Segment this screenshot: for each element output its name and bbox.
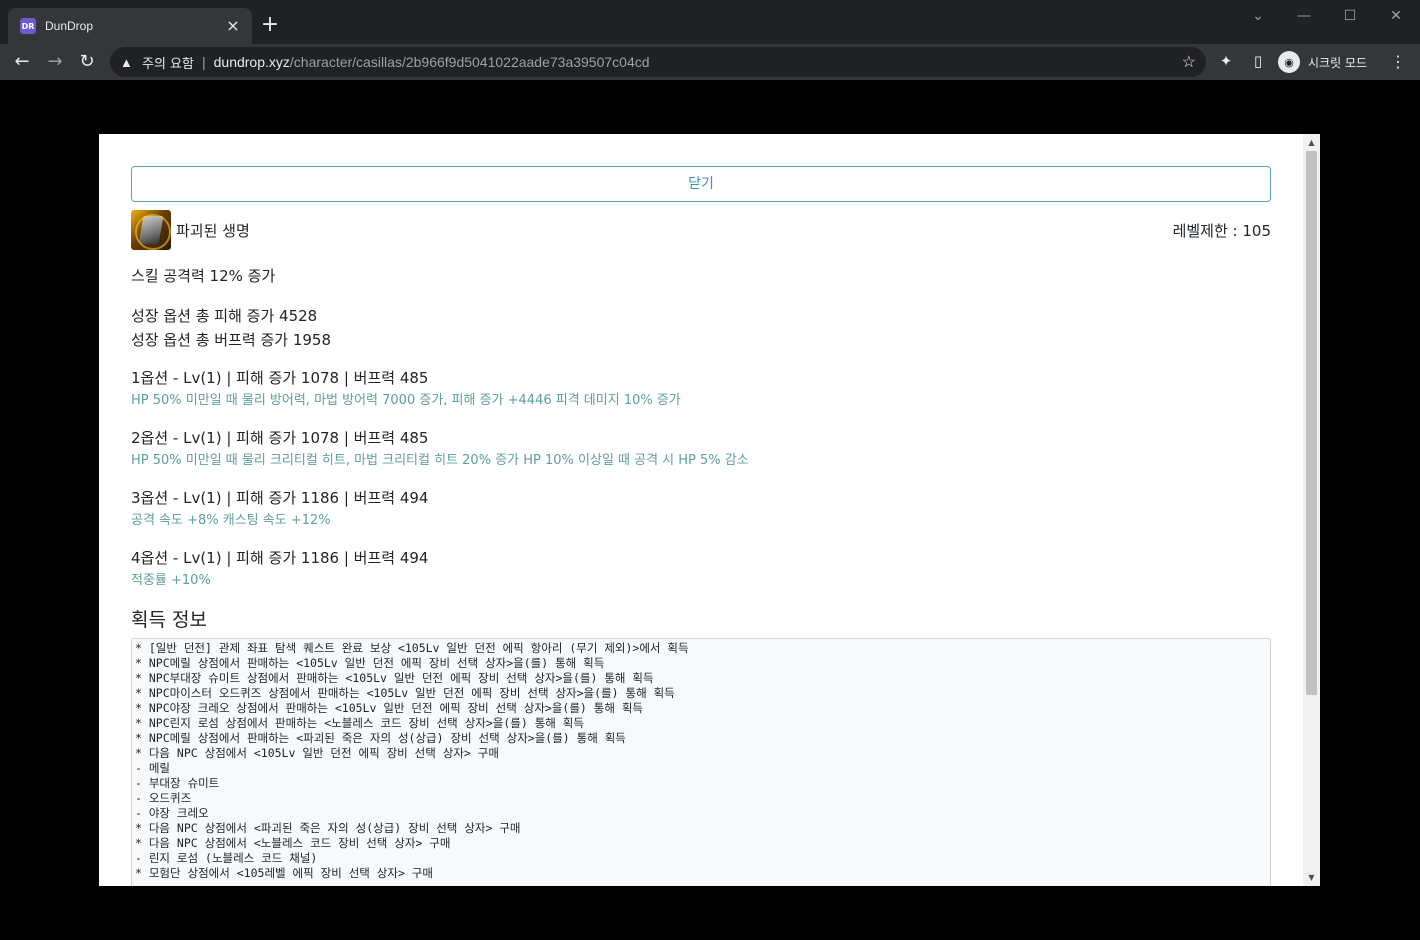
option-header: 2옵션 - Lv(1) | 피해 증가 1078 | 버프력 485 [131,429,429,447]
acquire-line: * 다음 NPC 상점에서 <파괴된 죽은 자의 성(상급) 장비 선택 상자>… [135,821,521,835]
item-name: 파괴된 생명 [176,221,250,240]
page-viewport: 닫기 파괴된 생명 레벨제한 : 105 스킬 공격력 12% 증가 성장 옵션… [0,80,1420,940]
browser-menu-icon[interactable]: ⋮ [1390,52,1406,71]
modal-scrollbar[interactable]: ▲ ▼ [1303,134,1320,886]
acquire-title: 획득 정보 [131,609,207,631]
url-host: dundrop.xyz [213,54,290,70]
browser-toolbar: ← → ↻ ▲ 주의 요함 | dundrop.xyz/character/ca… [0,44,1420,80]
item-effect: 스킬 공격력 12% 증가 [131,267,276,285]
incognito-label: 시크릿 모드 [1308,55,1368,70]
option-2: 2옵션 - Lv(1) | 피해 증가 1078 | 버프력 485 HP 50… [131,426,1271,472]
option-header: 1옵션 - Lv(1) | 피해 증가 1078 | 버프력 485 [131,369,429,387]
acquire-line: - 오드퀴즈 [135,791,192,805]
browser-tab[interactable]: DR DunDrop × [8,8,252,44]
acquire-line: * 모험단 상점에서 <105레벨 에픽 장비 선택 상자> 구매 [135,866,433,880]
address-bar[interactable]: ▲ 주의 요함 | dundrop.xyz/character/casillas… [110,47,1206,77]
option-1: 1옵션 - Lv(1) | 피해 증가 1078 | 버프력 485 HP 50… [131,366,1271,412]
acquire-line: - 야장 크레오 [135,806,209,820]
scrollbar-thumb[interactable] [1306,151,1317,695]
acquire-line: * 다음 NPC 상점에서 <노블레스 코드 장비 선택 상자> 구매 [135,836,451,850]
growth-damage: 성장 옵션 총 피해 증가 4528 [131,307,318,325]
item-header: 파괴된 생명 레벨제한 : 105 [131,210,1271,250]
option-header: 3옵션 - Lv(1) | 피해 증가 1186 | 버프력 494 [131,489,429,507]
tab-search-icon[interactable]: ⌄ [1238,4,1278,28]
growth-buff: 성장 옵션 총 버프력 증가 1958 [131,331,332,349]
acquire-line: * 다음 NPC 상점에서 <105Lv 일반 던전 에픽 장비 선택 상자> … [135,746,499,760]
acquire-line: * [일반 던전] 관제 좌표 탐색 퀘스트 완료 보상 <105Lv 일반 던… [135,641,689,655]
browser-tabbar: DR DunDrop × + ⌄ — ☐ ✕ [0,0,1420,44]
scroll-up-icon[interactable]: ▲ [1303,134,1320,151]
url-path: /character/casillas/2b966f9d5041022aade7… [289,54,650,70]
option-header: 4옵션 - Lv(1) | 피해 증가 1186 | 버프력 494 [131,549,429,567]
incognito-indicator[interactable]: ◉ 시크릿 모드 [1278,48,1367,76]
level-limit: 레벨제한 : 105 [1172,222,1271,240]
modal-content: 닫기 파괴된 생명 레벨제한 : 105 스킬 공격력 12% 증가 성장 옵션… [131,166,1271,886]
option-4: 4옵션 - Lv(1) | 피해 증가 1186 | 버프력 494 적중률 +… [131,546,1271,592]
growth-block: 성장 옵션 총 피해 증가 4528 성장 옵션 총 버프력 증가 1958 [131,304,1271,352]
warning-icon: ▲ [120,54,133,70]
item-icon [131,210,171,250]
acquire-line: * NPC마이스터 오드퀴즈 상점에서 판매하는 <105Lv 일반 던전 에픽… [135,686,675,700]
side-panel-icon[interactable]: ▯ [1248,52,1268,70]
acquire-line: * NPC야장 크레오 상점에서 판매하는 <105Lv 일반 던전 에픽 장비… [135,701,643,715]
back-button[interactable]: ← [9,49,35,75]
option-description: 공격 속도 +8% 캐스팅 속도 +12% [131,513,331,528]
minimize-button[interactable]: — [1284,4,1324,28]
acquire-line: * NPC부대장 슈미트 상점에서 판매하는 <105Lv 일반 던전 에픽 장… [135,671,654,685]
item-detail-modal: 닫기 파괴된 생명 레벨제한 : 105 스킬 공격력 12% 증가 성장 옵션… [99,134,1320,886]
new-tab-button[interactable]: + [258,13,282,37]
security-label[interactable]: 주의 요함 [142,53,194,72]
acquire-line: - 린지 로섬 (노블레스 코드 채널) [135,851,318,865]
option-description: 적중률 +10% [131,573,211,588]
tab-title: DunDrop [45,19,94,33]
reload-button[interactable]: ↻ [74,49,100,75]
option-3: 3옵션 - Lv(1) | 피해 증가 1186 | 버프력 494 공격 속도… [131,486,1271,532]
item-effect-block: 스킬 공격력 12% 증가 [131,264,1271,288]
address-separator: | [201,54,206,70]
forward-button[interactable]: → [42,49,68,75]
acquire-line: * NPC메릴 상점에서 판매하는 <파괴된 죽은 자의 성(상급) 장비 선택… [135,731,626,745]
incognito-icon: ◉ [1278,51,1300,73]
tab-close-icon[interactable]: × [224,17,242,35]
maximize-button[interactable]: ☐ [1330,4,1370,28]
extensions-icon[interactable]: ✦ [1216,52,1236,70]
close-button[interactable]: 닫기 [131,166,1271,202]
option-description: HP 50% 미만일 때 물리 크리티컬 히트, 마법 크리티컬 히트 20% … [131,453,749,468]
acquire-line: * NPC메릴 상점에서 판매하는 <105Lv 일반 던전 에픽 장비 선택 … [135,656,605,670]
acquire-line: - 메릴 [135,761,171,775]
favicon-icon: DR [20,18,36,34]
scroll-down-icon[interactable]: ▼ [1303,869,1320,886]
bookmark-star-icon[interactable]: ☆ [1182,52,1196,72]
acquire-line: * NPC린지 로섬 상점에서 판매하는 <노블레스 코드 장비 선택 상자>을… [135,716,584,730]
close-window-button[interactable]: ✕ [1376,4,1416,28]
acquire-line: - 부대장 슈미트 [135,776,220,790]
acquire-info-textarea[interactable]: * [일반 던전] 관제 좌표 탐색 퀘스트 완료 보상 <105Lv 일반 던… [131,638,1271,886]
option-description: HP 50% 미만일 때 물리 방어력, 마법 방어력 7000 증가, 피해 … [131,393,681,408]
